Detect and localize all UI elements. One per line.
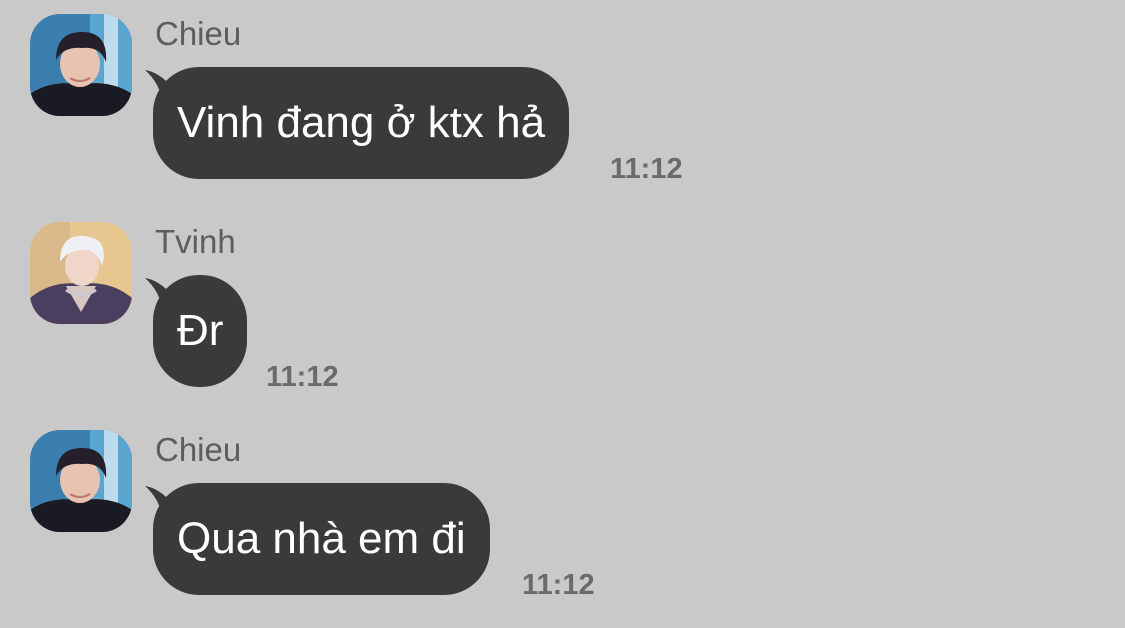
message-text: Đr — [177, 306, 224, 355]
message-time: 11:12 — [522, 569, 595, 601]
message-bubble[interactable]: Qua nhà em đi — [153, 483, 490, 595]
chieu-avatar-image — [30, 14, 132, 116]
avatar[interactable] — [30, 430, 132, 532]
avatar[interactable] — [30, 14, 132, 116]
sender-name: Chieu — [155, 431, 242, 468]
avatar[interactable] — [30, 222, 132, 324]
message-text: Qua nhà em đi — [177, 514, 466, 563]
message-bubble[interactable]: Vinh đang ở ktx hả — [153, 67, 570, 179]
message-time: 11:12 — [610, 153, 683, 185]
message-bubble[interactable]: Đr — [153, 275, 248, 387]
tvinh-avatar-image — [30, 222, 132, 324]
chieu-avatar-image — [30, 430, 132, 532]
sender-name: Chieu — [155, 15, 242, 52]
message-time: 11:12 — [266, 361, 339, 393]
sender-name: Tvinh — [155, 223, 236, 260]
message-text: Vinh đang ở ktx hả — [177, 98, 546, 147]
